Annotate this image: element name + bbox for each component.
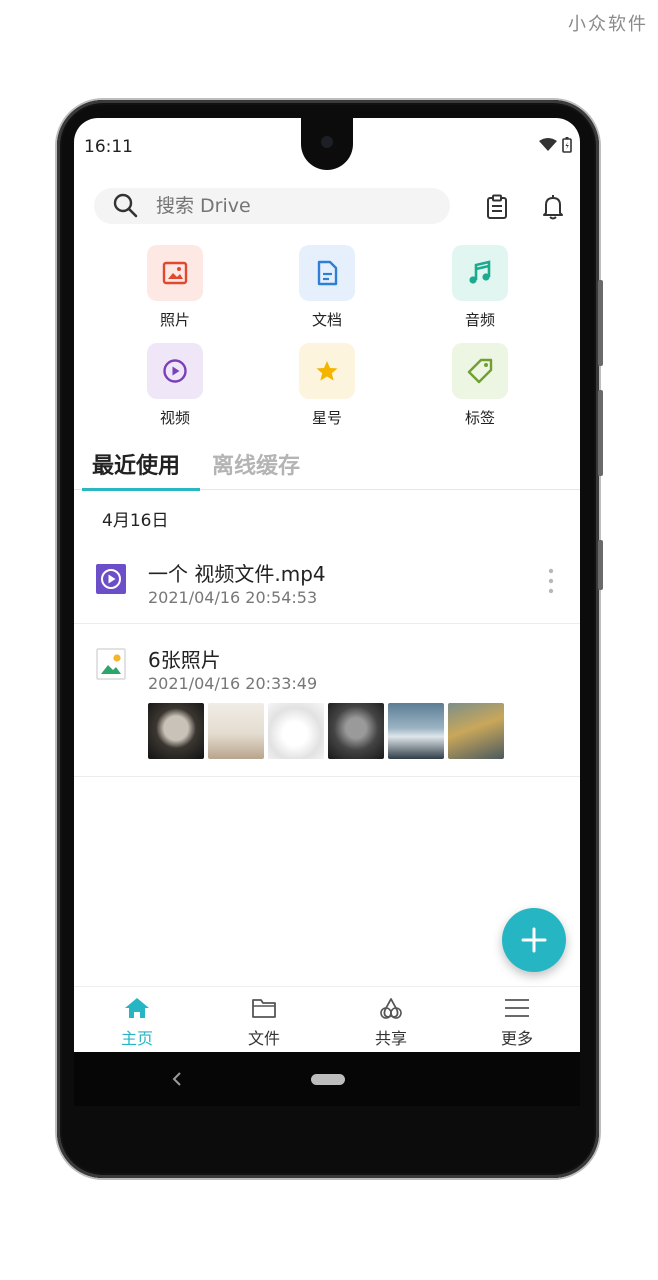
nav-home[interactable]: 主页 (97, 997, 177, 1049)
nav-more[interactable]: 更多 (477, 997, 557, 1049)
nav-label: 更多 (500, 1029, 533, 1048)
recent-item-video[interactable]: 一个 视频文件.mp4 2021/04/16 20:54:53 (74, 538, 580, 624)
photo-thumbnail[interactable] (448, 703, 504, 759)
bottom-nav: 主页 文件 共享 更多 (74, 986, 580, 1050)
image-file-icon (96, 648, 126, 680)
photo-thumbnail[interactable] (328, 703, 384, 759)
tab-bar: 最近使用 离线缓存 (74, 448, 580, 491)
photos-tile (147, 245, 203, 301)
audio-tile (452, 245, 508, 301)
side-key (598, 540, 603, 590)
category-tags[interactable]: 标签 (440, 343, 520, 428)
folder-icon (252, 999, 276, 1018)
watermark: 小众软件 (568, 14, 648, 35)
music-icon (469, 260, 491, 284)
share-icon (380, 998, 402, 1019)
home-icon (125, 998, 149, 1018)
recent-item-photos[interactable]: 6张照片 2021/04/16 20:33:49 (74, 624, 580, 777)
clipboard-button[interactable] (482, 192, 512, 222)
nav-label: 文件 (247, 1029, 280, 1048)
more-vert-icon[interactable] (548, 568, 554, 594)
search-icon (113, 193, 138, 218)
document-icon (317, 260, 338, 286)
notification-button[interactable] (538, 192, 568, 222)
category-starred[interactable]: 星号 (287, 343, 367, 428)
category-label: 视频 (159, 409, 190, 427)
category-label: 标签 (464, 409, 495, 427)
file-title: 6张照片 (148, 648, 221, 672)
volume-button (598, 280, 603, 366)
category-photos[interactable]: 照片 (135, 245, 215, 330)
wifi-icon (539, 138, 557, 151)
file-time: 2021/04/16 20:33:49 (148, 674, 318, 693)
play-icon (163, 359, 187, 383)
nav-share[interactable]: 共享 (351, 997, 431, 1049)
photo-thumbnail[interactable] (208, 703, 264, 759)
documents-tile (299, 245, 355, 301)
phone-frame: 16:11 照片 (57, 100, 603, 1178)
search-input[interactable] (156, 195, 416, 217)
file-title: 一个 视频文件.mp4 (148, 562, 326, 586)
category-label: 照片 (159, 311, 190, 329)
videos-tile (147, 343, 203, 399)
status-time: 16:11 (84, 137, 133, 157)
status-icons (539, 137, 572, 153)
front-camera (317, 132, 337, 152)
system-nav-bar (74, 1052, 580, 1106)
photo-thumbnail[interactable] (268, 703, 324, 759)
photo-thumbnails (148, 703, 504, 759)
bell-icon (543, 195, 563, 220)
plus-icon (521, 927, 547, 953)
tab-recent[interactable]: 最近使用 (92, 448, 180, 480)
category-label: 星号 (311, 409, 342, 427)
category-label: 音频 (464, 311, 495, 329)
category-documents[interactable]: 文档 (287, 245, 367, 330)
home-pill[interactable] (311, 1074, 345, 1085)
back-icon[interactable] (172, 1072, 182, 1086)
search-bar[interactable] (94, 188, 450, 224)
date-header: 4月16日 (102, 511, 169, 531)
power-button (598, 390, 603, 476)
tags-tile (452, 343, 508, 399)
category-audio[interactable]: 音频 (440, 245, 520, 330)
tab-offline[interactable]: 离线缓存 (212, 448, 300, 480)
category-videos[interactable]: 视频 (135, 343, 215, 428)
add-button[interactable] (502, 908, 566, 972)
category-label: 文档 (311, 311, 342, 329)
photo-thumbnail[interactable] (148, 703, 204, 759)
battery-icon (562, 137, 572, 153)
photo-thumbnail[interactable] (388, 703, 444, 759)
tag-icon (467, 358, 493, 384)
menu-icon (505, 999, 529, 1017)
video-file-icon (96, 564, 126, 594)
image-icon (162, 261, 188, 285)
nav-label: 主页 (120, 1029, 153, 1048)
nav-files[interactable]: 文件 (224, 997, 304, 1049)
star-icon (316, 361, 338, 381)
file-time: 2021/04/16 20:54:53 (148, 588, 318, 607)
screen: 16:11 照片 (74, 118, 580, 1106)
nav-label: 共享 (374, 1029, 407, 1048)
starred-tile (299, 343, 355, 399)
clipboard-icon (487, 194, 507, 219)
tab-indicator (82, 488, 200, 491)
camera-notch (301, 118, 353, 170)
